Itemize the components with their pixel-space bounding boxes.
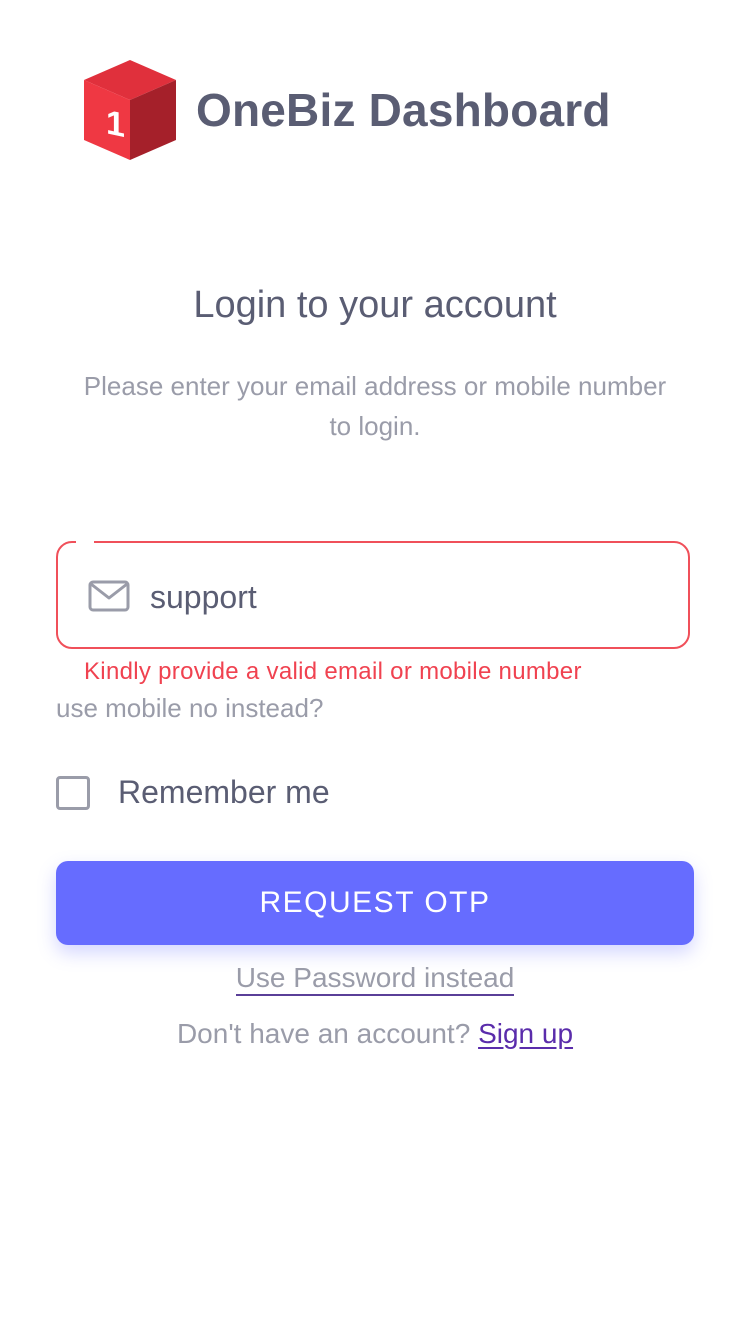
password-link-row: Use Password instead [0,962,750,996]
use-password-link[interactable]: Use Password instead [235,962,515,996]
logo-icon: 1 [84,60,176,160]
page-title: Login to your account [193,284,557,326]
remember-me-checkbox[interactable] [56,775,90,810]
brand-name: OneBiz Dashboard [196,84,611,136]
signup-link[interactable]: Sign up [478,1018,573,1049]
identifier-input-value[interactable]: support [150,577,257,617]
request-otp-button[interactable]: REQUEST OTP [56,861,694,945]
signup-row: Don't have an account? Sign up [0,1018,750,1050]
brand-header: 1 OneBiz Dashboard [82,60,611,160]
identifier-field[interactable]: support [56,540,690,649]
mail-icon [88,580,130,612]
logo-numeral: 1 [106,103,125,145]
signup-prompt: Don't have an account? [176,1018,479,1049]
use-mobile-link[interactable]: use mobile no instead? [56,693,323,724]
field-label-notch [76,540,94,545]
field-error-message: Kindly provide a valid email or mobile n… [84,658,582,685]
page-subtitle: Please enter your email address or mobil… [83,371,667,441]
remember-me[interactable]: Remember me [56,774,330,811]
remember-me-label: Remember me [118,774,330,810]
